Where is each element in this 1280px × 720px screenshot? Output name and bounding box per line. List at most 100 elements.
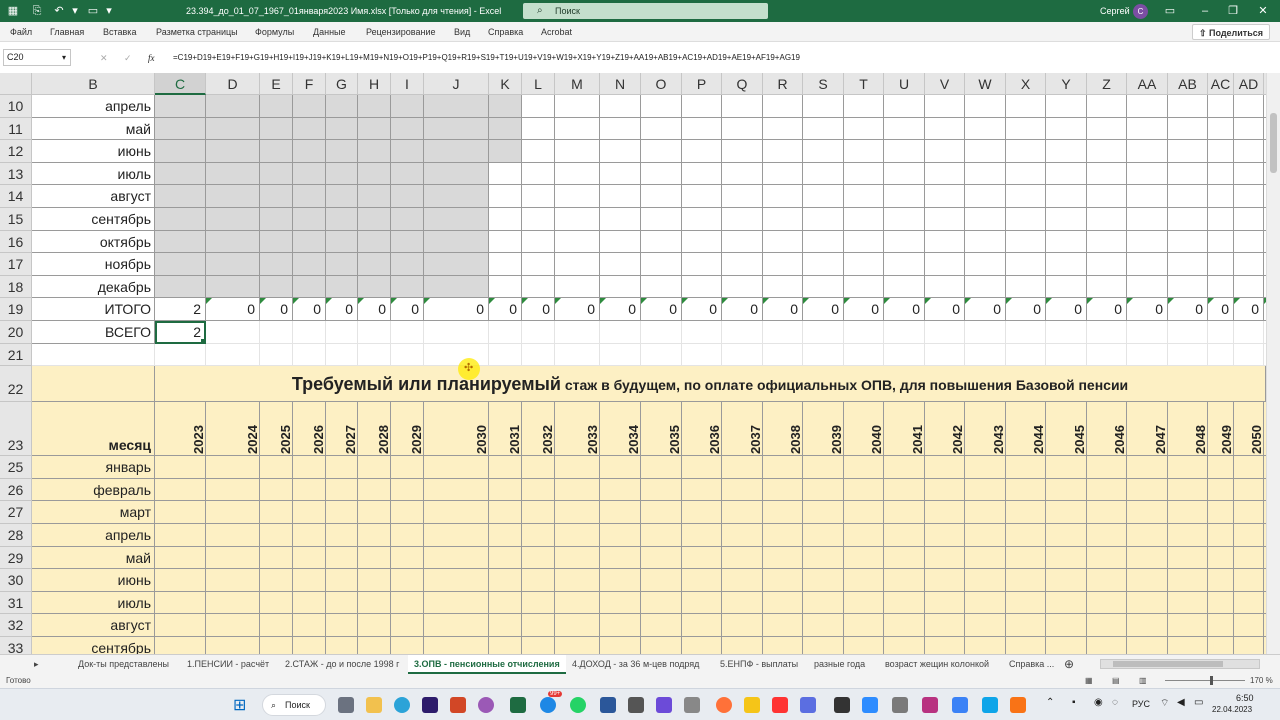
grid-cell[interactable]	[600, 456, 641, 479]
name-box[interactable]: C20	[3, 49, 71, 66]
grid-cell[interactable]	[206, 95, 260, 118]
grid-cell[interactable]	[326, 140, 358, 163]
normal-view-icon[interactable]: ▦	[1085, 674, 1093, 688]
total-value-cell[interactable]: 0	[1168, 298, 1208, 321]
grid-cell[interactable]	[641, 117, 682, 141]
grid-cell[interactable]	[1234, 117, 1264, 141]
total-label[interactable]: ИТОГО	[32, 298, 155, 321]
grid-cell[interactable]	[1127, 501, 1168, 524]
grid-cell[interactable]	[1208, 321, 1234, 344]
grid-cell[interactable]	[489, 637, 522, 654]
grid-cell[interactable]	[641, 478, 682, 502]
grid-cell[interactable]	[1208, 140, 1234, 163]
grid-cell[interactable]	[641, 591, 682, 615]
grid-cell[interactable]	[358, 501, 391, 524]
grid-cell[interactable]	[391, 569, 424, 592]
grid-cell[interactable]	[260, 140, 293, 163]
month-label[interactable]: ноябрь	[32, 253, 155, 276]
grid-cell[interactable]	[1127, 456, 1168, 479]
grid-cell[interactable]	[1046, 456, 1087, 479]
grid-cell[interactable]	[260, 478, 293, 502]
grid-cell[interactable]	[358, 546, 391, 570]
grid-cell[interactable]	[803, 614, 844, 637]
grid-cell[interactable]	[682, 343, 722, 367]
grid-cell[interactable]	[326, 501, 358, 524]
column-header[interactable]: AD	[1234, 73, 1264, 95]
grid-cell[interactable]	[965, 275, 1006, 299]
grid-cell[interactable]	[925, 637, 965, 654]
grid-cell[interactable]	[522, 95, 555, 118]
grid-cell[interactable]	[391, 343, 424, 367]
grid-cell[interactable]	[965, 185, 1006, 208]
grid-cell[interactable]	[763, 343, 803, 367]
row-header[interactable]: 11	[0, 117, 32, 141]
grid-cell[interactable]	[358, 275, 391, 299]
column-header[interactable]: K	[489, 73, 522, 95]
grid-cell[interactable]	[1046, 230, 1087, 254]
firefox-icon[interactable]	[716, 697, 732, 713]
grid-cell[interactable]	[884, 524, 925, 547]
column-header[interactable]: L	[522, 73, 555, 95]
row-header[interactable]: 18	[0, 275, 32, 299]
grid-cell[interactable]	[722, 230, 763, 254]
grid-cell[interactable]	[641, 275, 682, 299]
grid-cell[interactable]	[358, 230, 391, 254]
grid-cell[interactable]	[391, 117, 424, 141]
grid-cell[interactable]	[682, 591, 722, 615]
year-header-cell[interactable]: 2046	[1087, 402, 1127, 457]
grid-cell[interactable]	[260, 343, 293, 367]
grid-cell[interactable]	[722, 253, 763, 276]
grid-cell[interactable]	[424, 230, 489, 254]
grid-cell[interactable]	[884, 253, 925, 276]
grid-cell[interactable]	[722, 185, 763, 208]
total-value-cell[interactable]: 0	[522, 298, 555, 321]
grid-cell[interactable]	[763, 524, 803, 547]
row-header[interactable]: 27	[0, 501, 32, 524]
grid-cell[interactable]	[763, 95, 803, 118]
app-icon[interactable]	[656, 697, 672, 713]
grid-cell[interactable]	[555, 275, 600, 299]
total-value-cell[interactable]: 0	[326, 298, 358, 321]
grid-cell[interactable]	[260, 208, 293, 231]
grid-cell[interactable]	[424, 95, 489, 118]
tab-scroll-right-icon[interactable]: ▸	[34, 655, 39, 674]
row-header[interactable]: 30	[0, 569, 32, 592]
grid-cell[interactable]	[803, 253, 844, 276]
grid-cell[interactable]	[925, 95, 965, 118]
grid-cell[interactable]	[1168, 230, 1208, 254]
grid-cell[interactable]	[155, 569, 206, 592]
grid-cell[interactable]	[326, 253, 358, 276]
grid-cell[interactable]	[1006, 614, 1046, 637]
row-header[interactable]: 22	[0, 366, 32, 403]
sheet-tab[interactable]: 4.ДОХОД - за 36 м-цев подряд	[572, 655, 699, 674]
zoom-slider-thumb[interactable]	[1210, 676, 1213, 685]
grid-cell[interactable]	[522, 456, 555, 479]
grid-cell[interactable]	[965, 591, 1006, 615]
grid-cell[interactable]	[1087, 253, 1127, 276]
grid-cell[interactable]	[1046, 614, 1087, 637]
column-header[interactable]: U	[884, 73, 925, 95]
taskbar-search[interactable]: ⌕ Поиск	[262, 694, 326, 716]
grid-cell[interactable]	[1087, 117, 1127, 141]
grid-cell[interactable]	[1006, 275, 1046, 299]
row-header[interactable]: 10	[0, 95, 32, 118]
grid-cell[interactable]	[293, 343, 326, 367]
grid-cell[interactable]	[1127, 614, 1168, 637]
select-all-corner[interactable]	[0, 73, 32, 95]
whatsapp-icon[interactable]	[570, 697, 586, 713]
ribbon-options-icon[interactable]: ▭	[1163, 2, 1177, 20]
grid-cell[interactable]	[1087, 524, 1127, 547]
app-icon[interactable]	[628, 697, 644, 713]
grid-cell[interactable]	[884, 569, 925, 592]
grid-cell[interactable]	[489, 208, 522, 231]
formula-input[interactable]: =C19+D19+E19+F19+G19+H19+I19+J19+K19+L19…	[173, 48, 1263, 68]
grid-cell[interactable]	[260, 637, 293, 654]
grid-cell[interactable]	[722, 478, 763, 502]
grid-cell[interactable]	[884, 275, 925, 299]
total-value-cell[interactable]: 0	[965, 298, 1006, 321]
year-header-cell[interactable]: 2050	[1234, 402, 1264, 457]
column-header[interactable]: V	[925, 73, 965, 95]
grid-cell[interactable]	[489, 501, 522, 524]
vertical-scrollbar[interactable]	[1266, 73, 1280, 654]
total-value-cell[interactable]: 0	[763, 298, 803, 321]
